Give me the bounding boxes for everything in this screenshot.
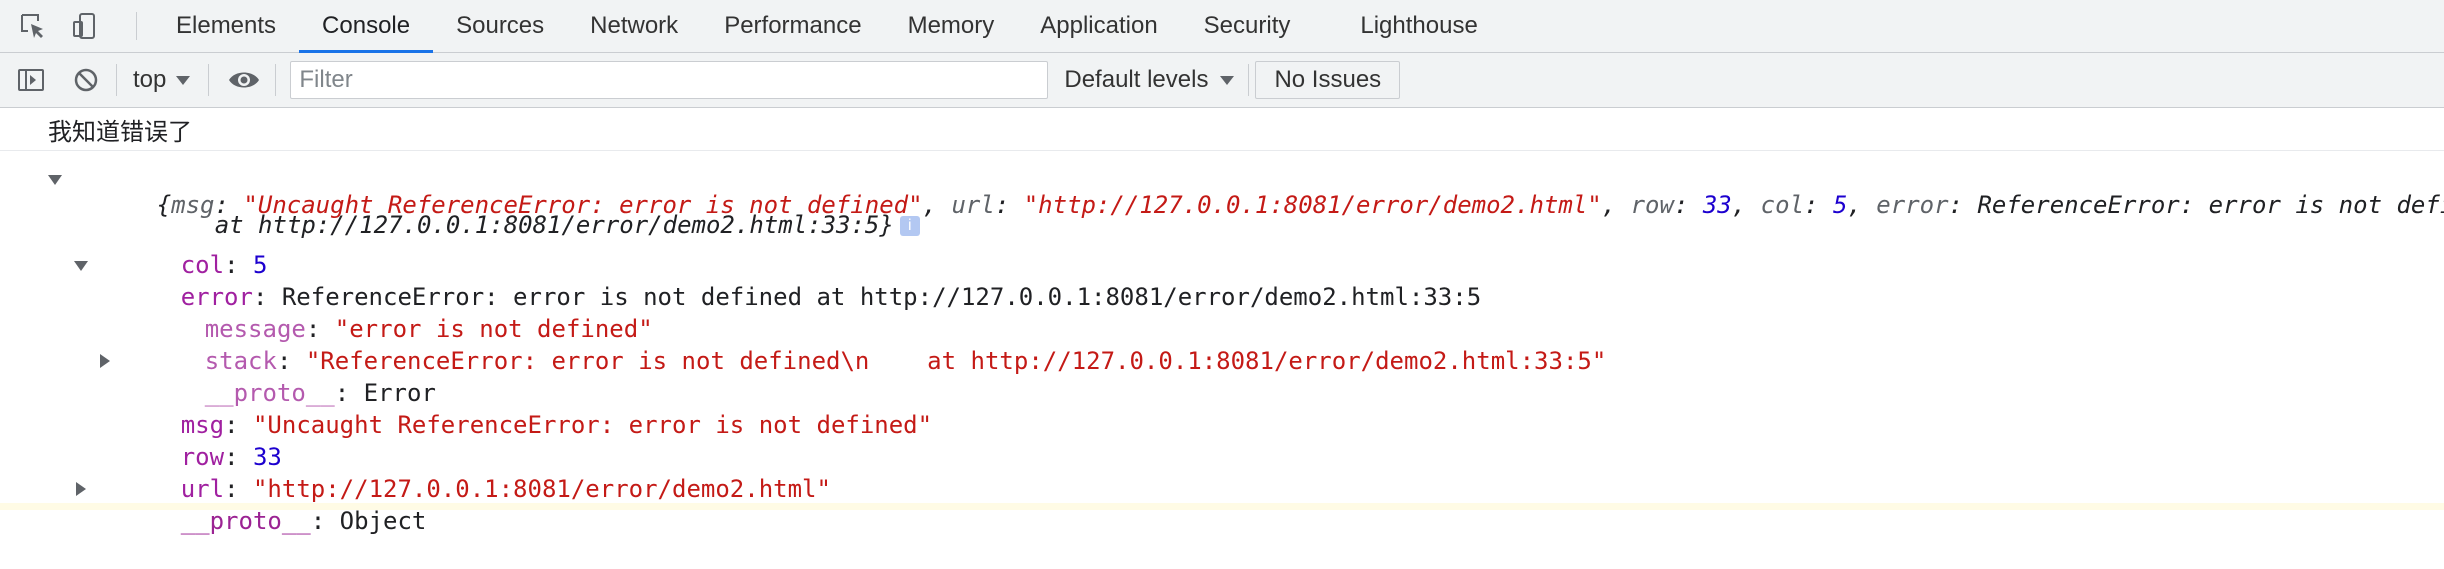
tab-security[interactable]: Security — [1181, 0, 1314, 52]
tab-elements[interactable]: Elements — [153, 0, 299, 52]
tab-network[interactable]: Network — [567, 0, 701, 52]
expand-arrow-icon[interactable] — [48, 175, 62, 185]
context-label: top — [133, 66, 167, 93]
tab-memory[interactable]: Memory — [885, 0, 1018, 52]
prop-error[interactable]: error: ReferenceError: error is not defi… — [0, 249, 2444, 311]
console-object-entry: {msg: "Uncaught ReferenceError: error is… — [0, 151, 2444, 535]
tabbar-tools — [0, 0, 122, 52]
chevron-down-icon — [1220, 75, 1235, 85]
tab-console[interactable]: Console — [299, 0, 434, 53]
levels-label: Default levels — [1064, 66, 1209, 93]
prop-message: message: "error is not defined" — [204, 315, 653, 343]
console-toolbar: top Default levels No Issues — [0, 53, 2444, 108]
console-log-message: 我知道错误了 — [0, 108, 2444, 151]
prop-url: url: "http://127.0.0.1:8081/error/demo2.… — [180, 475, 831, 503]
prop-msg: msg: "Uncaught ReferenceError: error is … — [180, 411, 933, 439]
toolbar-divider — [1248, 64, 1250, 96]
prop-row: row: 33 — [180, 443, 282, 471]
toolbar-divider — [208, 64, 210, 96]
sidebar-toggle-icon[interactable] — [16, 65, 46, 95]
clear-console-icon[interactable] — [72, 66, 100, 94]
tab-sources[interactable]: Sources — [433, 0, 567, 52]
prop-stack: stack: "ReferenceError: error is not def… — [204, 347, 1607, 375]
prop-error-proto[interactable]: __proto__: Error — [0, 345, 2444, 407]
filter-input[interactable] — [290, 61, 1049, 99]
eye-icon[interactable] — [227, 68, 261, 92]
object-summary-continued: at http://127.0.0.1:8081/error/demo2.htm… — [0, 189, 2444, 237]
tab-performance[interactable]: Performance — [701, 0, 884, 52]
log-levels-dropdown[interactable]: Default levels — [1064, 66, 1235, 94]
inspect-element-icon[interactable] — [18, 11, 48, 41]
prop-col: col: 5 — [180, 251, 268, 279]
expand-arrow-icon[interactable] — [100, 354, 110, 368]
devtools-tabbar: Elements Console Sources Network Perform… — [0, 0, 2444, 53]
toolbar-divider — [116, 64, 117, 96]
chevron-down-icon — [176, 75, 191, 85]
device-toggle-icon[interactable] — [70, 11, 100, 41]
expand-arrow-icon[interactable] — [74, 261, 88, 271]
console-prompt-strip[interactable] — [0, 503, 2444, 510]
tabbar-divider — [136, 12, 137, 40]
context-selector[interactable]: top — [133, 66, 191, 94]
console-output: 我知道错误了 {msg: "Uncaught ReferenceError: e… — [0, 108, 2444, 535]
expand-arrow-icon[interactable] — [76, 482, 86, 496]
object-summary[interactable]: {msg: "Uncaught ReferenceError: error is… — [0, 157, 2444, 219]
issues-button[interactable]: No Issues — [1255, 61, 1401, 99]
tab-lighthouse[interactable]: Lighthouse — [1337, 0, 1500, 52]
prop-proto[interactable]: __proto__: Object — [0, 473, 2444, 535]
toolbar-divider — [275, 64, 277, 96]
tab-application[interactable]: Application — [1017, 0, 1180, 52]
panel-tabs: Elements Console Sources Network Perform… — [153, 0, 1501, 53]
